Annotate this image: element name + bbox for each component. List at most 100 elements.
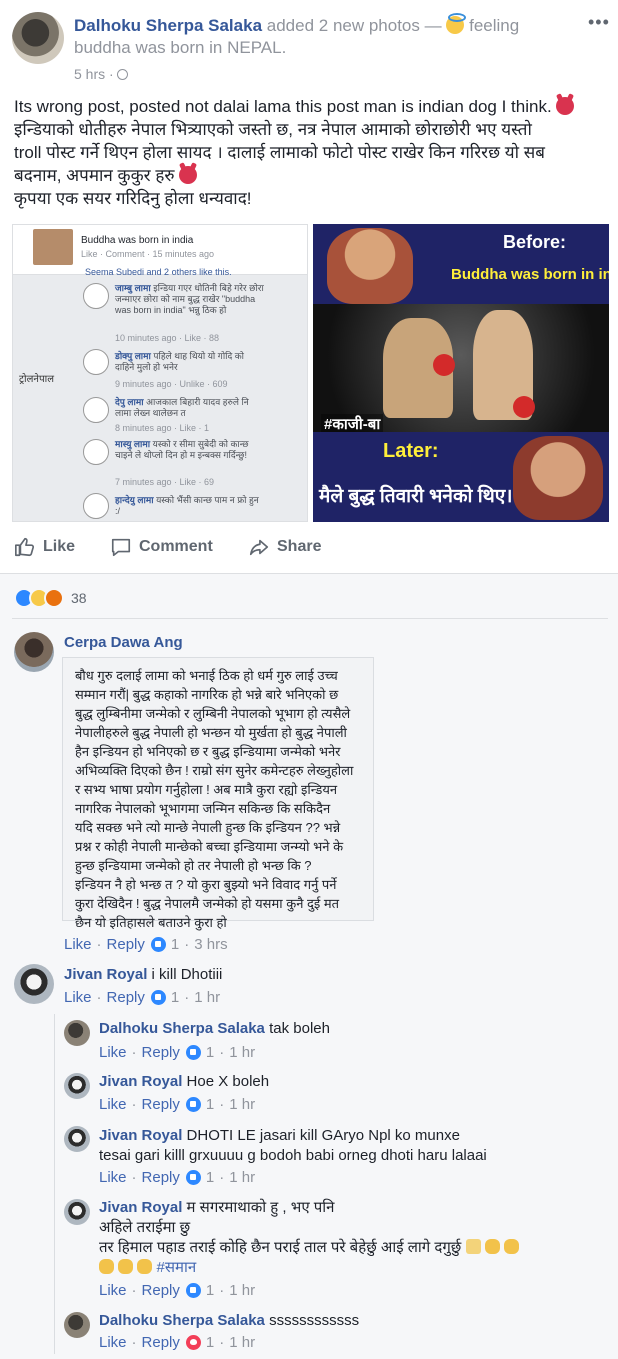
meme-hashtag: #काजी-बा [321,414,384,434]
love-reaction-icon [185,1335,201,1350]
author-avatar[interactable] [12,12,64,64]
meme-face-icon [83,283,109,309]
replier-avatar[interactable] [64,1073,90,1099]
reply-text: Dalhoku Sherpa Salaka ssssssssssss [99,1312,359,1329]
replier-avatar[interactable] [64,1199,90,1225]
post-time[interactable]: 5 hrs · [74,66,114,82]
like-reaction-icon [185,1170,201,1185]
replier-name[interactable]: Dalhoku Sherpa Salaka [99,1020,265,1037]
reply-text: Jivan Royal म सगरमाथाको हु , भए पनि अहिल… [99,1198,609,1278]
reply-body: ssssssssssss [269,1312,360,1329]
like-reaction-icon [150,937,166,952]
post-photo-meme[interactable]: Before: Buddha was born in india #काजी-ब… [313,224,609,522]
reply-time[interactable]: 1 hr [229,1044,255,1061]
reply-reaction-count[interactable]: 1 [206,1169,214,1186]
commenter-avatar[interactable] [14,964,54,1004]
comment-line: इन्डियन नै हो भन्छ त ? यो कुरा बुझ्यो भन… [75,877,337,892]
reply-reply-button[interactable]: Reply [142,1334,180,1351]
beer-emoji-icon [465,1239,481,1254]
reply-time[interactable]: 1 hr [229,1096,255,1113]
replier-avatar[interactable] [64,1312,90,1338]
like-label: Like [43,538,76,555]
comment-reply-button[interactable]: Reply [107,936,145,953]
reactions-count[interactable]: 38 [71,590,87,606]
comment-button[interactable]: Comment [110,536,213,558]
commenter-name[interactable]: Jivan Royal [64,966,147,983]
reply-time[interactable]: 1 hr [229,1334,255,1351]
feeling-text[interactable]: buddha was born in NEPAL. [74,38,286,57]
meme-boxing-panel: #काजी-बा [313,304,609,434]
angry-reaction-icon [44,588,64,608]
comment-line: नागरिक नेपालको भूभागमा जन्मिन सकिन्छ कि … [75,801,331,816]
comment-time[interactable]: 1 hr [194,989,220,1006]
globe-icon [116,69,128,80]
muscle-emoji-icon [503,1239,519,1254]
screenshot-post-meta: Like · Comment · 15 minutes ago [81,249,215,259]
comment-like-button[interactable]: Like [64,936,92,953]
like-reaction-icon [185,1283,201,1298]
replier-name[interactable]: Jivan Royal [99,1199,182,1216]
meme-face-icon [83,493,109,519]
more-options-button[interactable]: ••• [588,12,610,33]
meme-before-panel: Before: Buddha was born in india [313,224,609,304]
replier-name[interactable]: Dalhoku Sherpa Salaka [99,1312,265,1329]
replier-name[interactable]: Jivan Royal [99,1127,182,1144]
comment-line: अभिव्यक्ति दिएको छैन ! राम्रो संग सुनेर … [75,763,354,778]
comment-reply-button[interactable]: Reply [107,989,145,1006]
reply-body: DHOTI LE jasari kill GAryo Npl ko munxe [186,1127,460,1144]
reply-time[interactable]: 1 hr [229,1282,255,1299]
reply-like-button[interactable]: Like [99,1282,127,1299]
reply-reply-button[interactable]: Reply [142,1169,180,1186]
like-button[interactable]: Like [14,536,75,558]
reply-reply-button[interactable]: Reply [142,1096,180,1113]
post-header: Dalhoku Sherpa Salaka added 2 new photos… [74,13,584,59]
replier-avatar[interactable] [64,1020,90,1046]
reply-like-button[interactable]: Like [99,1334,127,1351]
reply-reply-button[interactable]: Reply [142,1044,180,1061]
screenshot-avatar [33,229,73,265]
comment-line: छैन यो इतिहासले बताउने कुरा हो [75,915,227,930]
author-name[interactable]: Dalhoku Sherpa Salaka [74,16,262,35]
reply-like-button[interactable]: Like [99,1044,127,1061]
reply-reaction-count[interactable]: 1 [206,1096,214,1113]
reply-body: तर हिमाल पहाड तराई कोहि छैन पराई ताल परे… [99,1239,462,1256]
screenshot-comment: हान्देयु लामा यस्को भैंसी कान्छ पाम न फ्… [115,495,259,516]
boxing-glove-icon [433,354,455,376]
hashtag-link[interactable]: #समान [157,1259,197,1276]
muscle-emoji-icon [99,1259,114,1274]
comment-like-button[interactable]: Like [64,989,92,1006]
screenshot-comment-meta: 10 minutes ago · Like · 88 [115,333,220,343]
reply-time[interactable]: 1 hr [229,1169,255,1186]
reply-reaction-count[interactable]: 1 [206,1334,214,1351]
halo-emoji-icon [446,13,467,34]
commenter-avatar[interactable] [14,632,54,672]
reply-reaction-count[interactable]: 1 [206,1282,214,1299]
comment-reaction-count[interactable]: 1 [171,989,179,1006]
meme-before-label: Before: [503,232,567,252]
replier-avatar[interactable] [64,1126,90,1152]
reply-reply-button[interactable]: Reply [142,1282,180,1299]
share-button[interactable]: Share [248,536,321,558]
comment-line: नेपालीहरुले बुद्ध नेपाली हो भन्छन यो मुर… [75,725,347,740]
post-photo-screenshot[interactable]: Buddha was born in india Like · Comment … [12,224,308,522]
comment-body: i kill Dhotiii [151,966,223,983]
comment-reaction-count[interactable]: 1 [171,936,179,953]
comment-line: बुद्ध लुम्बिनीमा जन्मेको र लुम्बिनी नेपा… [75,706,351,721]
devil-emoji-icon [179,166,198,184]
dalai-lama-image [327,228,413,304]
replier-name[interactable]: Jivan Royal [99,1073,182,1090]
post-timestamp[interactable]: 5 hrs · [74,66,128,82]
commenter-name[interactable]: Cerpa Dawa Ang [64,634,183,651]
comment-time[interactable]: 3 hrs [194,936,227,953]
reply-like-button[interactable]: Like [99,1169,127,1186]
reply-text: Dalhoku Sherpa Salaka tak boleh [99,1020,330,1037]
comment-line: हुन्छ इन्डियामा जन्मेको हो तर नेपाली हो … [75,858,312,873]
reply-meta: Like · Reply 1 · 1 hr [99,1334,256,1351]
reactions-summary[interactable]: 38 [14,588,87,608]
reply-like-button[interactable]: Like [99,1096,127,1113]
reply-reaction-count[interactable]: 1 [206,1044,214,1061]
meme-later-panel: Later: मैले बुद्ध तिवारी भनेको थिए। [313,432,609,522]
reply-text: Jivan Royal Hoe X boleh [99,1073,269,1090]
comment-icon [111,538,131,557]
like-reaction-icon [185,1045,201,1060]
